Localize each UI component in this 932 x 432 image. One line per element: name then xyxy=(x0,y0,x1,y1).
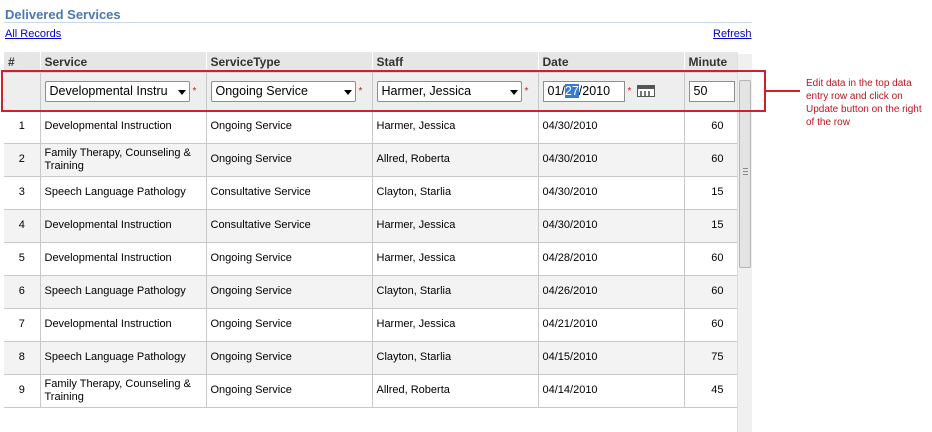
column-header-service[interactable]: Service xyxy=(40,52,207,73)
row-number-cell: 1 xyxy=(4,110,41,144)
service-cell: Developmental Instruction xyxy=(40,308,207,342)
delivered-services-panel: Delivered Services All Records Refresh #… xyxy=(0,0,766,432)
minutes-cell: 75 xyxy=(684,341,739,375)
staff-cell: Harmer, Jessica xyxy=(372,110,539,144)
column-header-minute[interactable]: Minute xyxy=(684,52,739,73)
table-row[interactable]: 2 Family Therapy, Counseling & Training On… xyxy=(4,143,739,177)
annotation-connector-line xyxy=(766,90,800,92)
row-number-cell: 2 xyxy=(4,143,41,177)
row-number-cell: 9 xyxy=(4,374,41,408)
service-cell: Family Therapy, Counseling & Training xyxy=(40,143,207,177)
panel-title: Delivered Services xyxy=(5,7,121,22)
table-row[interactable]: 1 Developmental Instruction Ongoing Servic… xyxy=(4,110,739,144)
service-cell: Speech Language Pathology xyxy=(40,275,207,309)
table-row[interactable]: 9 Family Therapy, Counseling & Training On… xyxy=(4,374,739,408)
column-header-service-type[interactable]: ServiceType xyxy=(206,52,373,73)
date-cell: 04/14/2010 xyxy=(538,374,685,408)
minutes-cell: 60 xyxy=(684,242,739,276)
column-header-number[interactable]: # xyxy=(4,52,41,73)
service-cell: Family Therapy, Counseling & Training xyxy=(40,374,207,408)
all-records-link[interactable]: All Records xyxy=(5,28,61,40)
staff-cell: Clayton, Starlia xyxy=(372,341,539,375)
table-row[interactable]: 3 Speech Language Pathology Consultative S… xyxy=(4,176,739,210)
row-number-cell: 8 xyxy=(4,341,41,375)
row-number-cell: 4 xyxy=(4,209,41,243)
staff-cell: Allred, Roberta xyxy=(372,143,539,177)
staff-cell: Harmer, Jessica xyxy=(372,209,539,243)
minutes-cell: 15 xyxy=(684,176,739,210)
staff-cell: Clayton, Starlia xyxy=(372,275,539,309)
service-cell: Developmental Instruction xyxy=(40,209,207,243)
service-type-cell: Ongoing Service xyxy=(206,308,373,342)
row-number-cell: 3 xyxy=(4,176,41,210)
service-cell: Developmental Instruction xyxy=(40,242,207,276)
service-type-cell: Ongoing Service xyxy=(206,275,373,309)
row-number-cell: 6 xyxy=(4,275,41,309)
minutes-cell: 45 xyxy=(684,374,739,408)
service-cell: Developmental Instruction xyxy=(40,110,207,144)
date-cell: 04/30/2010 xyxy=(538,176,685,210)
service-cell: Speech Language Pathology xyxy=(40,176,207,210)
minutes-cell: 60 xyxy=(684,275,739,309)
staff-cell: Clayton, Starlia xyxy=(372,176,539,210)
annotation-note: Edit data in the top data entry row and … xyxy=(806,78,922,128)
table-row[interactable]: 6 Speech Language Pathology Ongoing Servic… xyxy=(4,275,739,309)
service-type-cell: Ongoing Service xyxy=(206,143,373,177)
service-type-cell: Ongoing Service xyxy=(206,110,373,144)
service-cell: Speech Language Pathology xyxy=(40,341,207,375)
date-cell: 04/15/2010 xyxy=(538,341,685,375)
staff-cell: Allred, Roberta xyxy=(372,374,539,408)
column-header-date[interactable]: Date xyxy=(538,52,685,73)
refresh-link[interactable]: Refresh xyxy=(713,28,752,40)
date-cell: 04/26/2010 xyxy=(538,275,685,309)
date-cell: 04/30/2010 xyxy=(538,143,685,177)
service-type-cell: Consultative Service xyxy=(206,176,373,210)
service-type-cell: Ongoing Service xyxy=(206,341,373,375)
column-header-staff[interactable]: Staff xyxy=(372,52,539,73)
staff-cell: Harmer, Jessica xyxy=(372,242,539,276)
entry-row-highlight-box xyxy=(1,70,766,112)
service-type-cell: Ongoing Service xyxy=(206,374,373,408)
date-cell: 04/30/2010 xyxy=(538,209,685,243)
title-divider xyxy=(4,22,752,23)
minutes-cell: 60 xyxy=(684,110,739,144)
header-row: # Service ServiceType Staff Date Minute xyxy=(4,52,739,73)
minutes-cell: 60 xyxy=(684,308,739,342)
table-row[interactable]: 7 Developmental Instruction Ongoing Servic… xyxy=(4,308,739,342)
date-cell: 04/28/2010 xyxy=(538,242,685,276)
service-type-cell: Ongoing Service xyxy=(206,242,373,276)
table-row[interactable]: 5 Developmental Instruction Ongoing Servic… xyxy=(4,242,739,276)
date-cell: 04/21/2010 xyxy=(538,308,685,342)
service-type-cell: Consultative Service xyxy=(206,209,373,243)
row-number-cell: 5 xyxy=(4,242,41,276)
table-row[interactable]: 4 Developmental Instruction Consultative S… xyxy=(4,209,739,243)
table-row[interactable]: 8 Speech Language Pathology Ongoing Servic… xyxy=(4,341,739,375)
staff-cell: Harmer, Jessica xyxy=(372,308,539,342)
row-number-cell: 7 xyxy=(4,308,41,342)
grip-icon xyxy=(743,168,748,175)
date-cell: 04/30/2010 xyxy=(538,110,685,144)
minutes-cell: 15 xyxy=(684,209,739,243)
minutes-cell: 60 xyxy=(684,143,739,177)
